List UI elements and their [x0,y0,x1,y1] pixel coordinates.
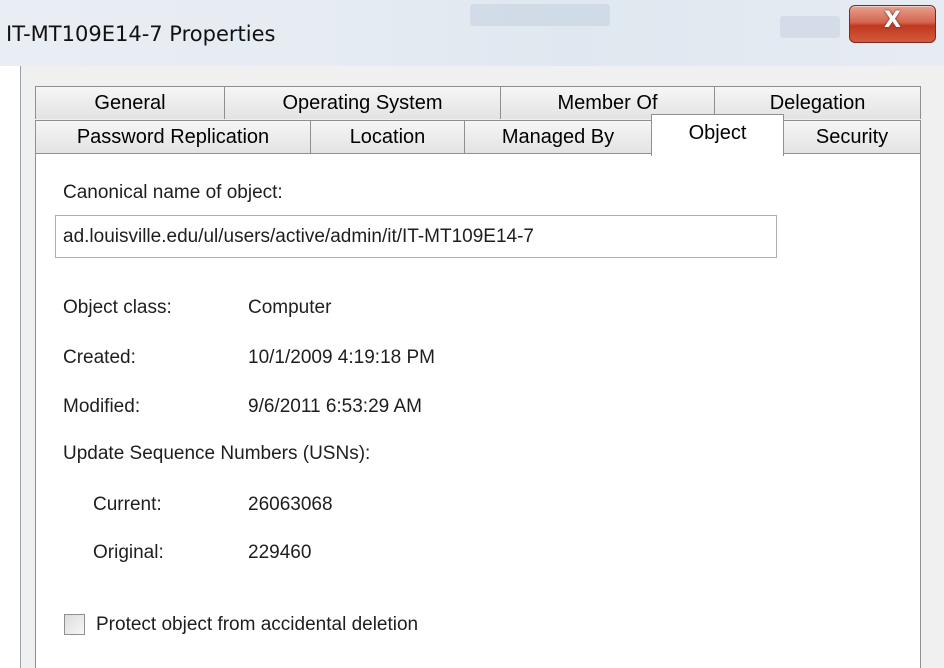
close-button[interactable]: X [849,5,936,43]
tab-label: Managed By [501,126,615,148]
background-window-ghost [780,16,840,38]
tab-label: Location [349,126,426,148]
usn-heading: Update Sequence Numbers (USNs): [63,443,371,464]
usn-original-value: 229460 [248,542,312,563]
protect-deletion-label[interactable]: Protect object from accidental deletion [96,614,418,636]
object-class-value: Computer [248,297,332,318]
tab-password-replication[interactable]: Password Replication [35,120,311,153]
tab-operating-system[interactable]: Operating System [224,86,501,119]
tab-general[interactable]: General [35,86,225,119]
close-icon: X [884,8,901,33]
tab-label: Member Of [557,92,658,114]
canonical-name-field[interactable]: ad.louisville.edu/ul/users/active/admin/… [55,215,777,258]
tab-object[interactable]: Object [651,114,784,156]
object-class-label: Object class: [63,297,172,318]
tab-security[interactable]: Security [783,120,921,153]
canonical-name-label: Canonical name of object: [63,182,283,203]
tab-label: Operating System [282,92,443,114]
title-bar: IT-MT109E14-7 Properties X [0,0,944,66]
tab-label: Delegation [769,92,866,114]
tab-managed-by[interactable]: Managed By [464,120,652,153]
usn-current-label: Current: [93,494,162,515]
modified-label: Modified: [63,396,141,417]
usn-current-value: 26063068 [248,494,333,515]
tab-location[interactable]: Location [310,120,465,153]
background-window-ghost [470,4,610,26]
usn-original-label: Original: [93,542,164,563]
created-label: Created: [63,347,136,368]
modified-value: 9/6/2011 6:53:29 AM [248,396,422,417]
protect-deletion-checkbox[interactable] [64,614,85,635]
tab-label: Password Replication [76,126,270,148]
window-title: IT-MT109E14-7 Properties [6,22,276,46]
tab-label: Object [688,122,747,144]
tab-label: Security [815,126,889,148]
created-value: 10/1/2009 4:19:18 PM [248,347,435,368]
tab-label: General [94,92,166,114]
